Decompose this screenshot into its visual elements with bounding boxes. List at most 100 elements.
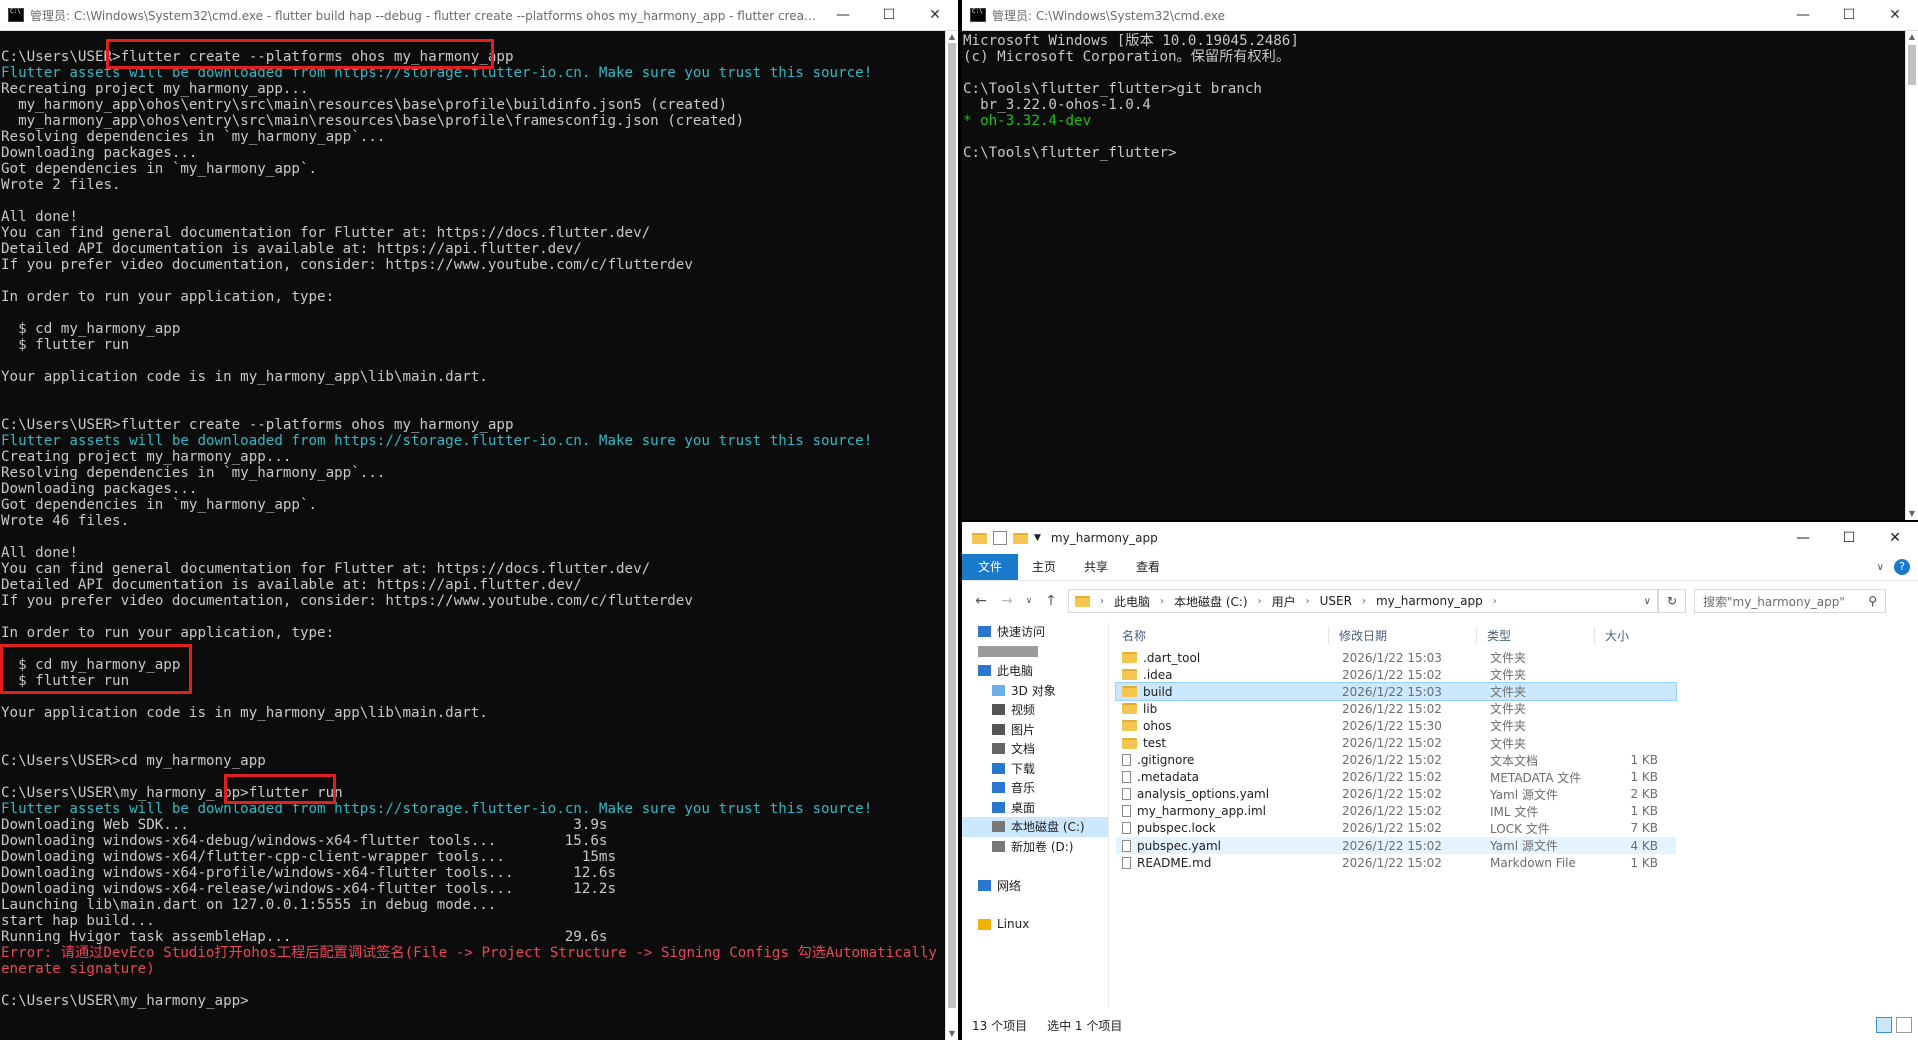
right-console-title: 管理员: C:\Windows\System32\cmd.exe [992,8,1225,23]
left_console-line: C:\Users\USER\my_harmony_app>flutter run [1,785,343,801]
left_console-line [1,401,946,417]
file-row[interactable]: .idea 2026/1/22 15:02 文件夹 [1116,666,1676,683]
close-button[interactable]: ✕ [1872,0,1918,30]
file-row[interactable]: .dart_tool 2026/1/22 15:03 文件夹 [1116,649,1676,666]
breadcrumb-user[interactable]: USER [1320,594,1352,608]
tab-share[interactable]: 共享 [1070,554,1122,580]
breadcrumb-separator-icon[interactable]: › [1160,596,1164,607]
file-row[interactable]: analysis_options.yaml 2026/1/22 15:02 Yaml… [1116,786,1676,803]
new-folder-icon[interactable] [1013,532,1028,544]
file-row[interactable]: pubspec.lock 2026/1/22 15:02 LOCK 文件 7 KB [1116,820,1676,837]
tab-file[interactable]: 文件 [962,554,1019,580]
sidebar-item-label: 网络 [997,878,1022,893]
sidebar-item [962,642,1108,662]
chevron-down-icon[interactable]: ∨ [1644,596,1651,607]
expand-ribbon-icon[interactable]: ∨ [1877,562,1884,573]
breadcrumb-drive-c[interactable]: 本地磁盘 (C:) [1174,593,1248,610]
file-row[interactable]: ohos 2026/1/22 15:30 文件夹 [1116,717,1676,734]
sidebar-item[interactable]: 视频 [962,700,1108,720]
file-name: ohos [1143,718,1172,733]
maximize-button[interactable]: ☐ [1826,0,1872,30]
close-button[interactable]: ✕ [912,0,958,30]
file-row[interactable]: lib 2026/1/22 15:02 文件夹 [1116,700,1676,717]
file-date: 2026/1/22 15:02 [1342,667,1442,682]
left-console-scrollbar[interactable]: ▲ ▼ [945,31,958,1040]
refresh-icon[interactable]: ↻ [1658,589,1686,613]
breadcrumb-users[interactable]: 用户 [1272,593,1296,610]
sidebar-item-label: 音乐 [1011,781,1036,796]
up-arrow-icon[interactable]: ↑ [1042,593,1060,609]
address-bar[interactable]: › 此电脑 › 本地磁盘 (C:) › 用户 › USER › my_harmo… [1068,589,1658,613]
sidebar-item[interactable]: 3D 对象 [962,681,1108,701]
minimize-button[interactable]: — [1780,530,1826,546]
chevron-down-icon[interactable]: ▼ [1034,533,1041,543]
folder-icon [1122,703,1137,715]
file-row[interactable]: .metadata 2026/1/22 15:02 METADATA 文件 1 KB [1116,769,1676,786]
help-icon[interactable]: ? [1894,559,1910,575]
maximize-button[interactable]: ☐ [1826,530,1872,546]
breadcrumb-my-harmony-app[interactable]: my_harmony_app [1376,594,1483,608]
forward-arrow-icon[interactable]: → [998,593,1016,609]
scroll-up-arrow-icon[interactable]: ▲ [1906,31,1918,43]
tab-home[interactable]: 主页 [1018,554,1070,580]
file-row[interactable]: test 2026/1/22 15:02 文件夹 [1116,734,1676,751]
left_console-line: Downloading windows-x64-debug/windows-x6… [1,833,608,849]
sidebar-item[interactable]: 网络 [962,876,1108,896]
sidebar-item[interactable]: 图片 [962,720,1108,740]
search-input[interactable]: 搜索"my_harmony_app" ⚲ [1694,589,1886,613]
folder-icon [1075,595,1090,607]
back-arrow-icon[interactable]: ← [972,593,990,609]
breadcrumb-separator-icon[interactable]: › [1258,596,1262,607]
left_console-line: $ cd my_harmony_app [1,657,181,673]
column-name[interactable]: 名称 [1112,627,1328,644]
column-size[interactable]: 大小 [1594,626,1672,644]
scroll-thumb[interactable] [1908,45,1916,85]
file-row[interactable]: build 2026/1/22 15:03 文件夹 [1115,682,1677,702]
large-icons-view-icon[interactable] [1896,1017,1912,1033]
left-console-output[interactable]: C:\Users\USER>flutter create --platforms… [0,31,946,1040]
minimize-button[interactable]: — [1780,0,1826,30]
file-row[interactable]: README.md 2026/1/22 15:02 Markdown File 1 K… [1116,854,1676,871]
breadcrumb-separator-icon[interactable]: › [1362,596,1366,607]
left_console-line: Detailed API documentation is available … [1,241,582,257]
file-row[interactable]: pubspec.yaml 2026/1/22 15:02 Yaml 源文件 4 KB [1116,837,1676,855]
scroll-down-arrow-icon[interactable]: ▼ [1906,508,1918,520]
close-button[interactable]: ✕ [1872,530,1918,546]
folder-icon [972,532,987,544]
properties-icon[interactable] [993,531,1007,545]
sidebar-item[interactable]: 本地磁盘 (C:) [962,817,1108,837]
sidebar-item[interactable]: Linux [962,915,1108,935]
scroll-down-arrow-icon[interactable]: ▼ [946,1028,958,1040]
tab-view[interactable]: 查看 [1122,554,1174,580]
details-view-icon[interactable] [1876,1017,1892,1033]
right-console-titlebar[interactable]: 管理员: C:\Windows\System32\cmd.exe — ☐ ✕ [962,0,1918,31]
file-row[interactable]: my_harmony_app.iml 2026/1/22 15:02 IML 文件 1… [1116,803,1676,820]
recent-locations-icon[interactable]: ∨ [1024,596,1034,606]
right-console-output[interactable]: Microsoft Windows [版本 10.0.19045.2486] (c… [962,31,1906,520]
scroll-up-arrow-icon[interactable]: ▲ [946,31,958,43]
column-type[interactable]: 类型 [1476,626,1594,644]
file-explorer-window: ▼ my_harmony_app — ☐ ✕ 文件 主页 共享 查看 ∨ ? ←… [962,522,1918,1040]
sidebar-item[interactable]: 文档 [962,739,1108,759]
minimize-button[interactable]: — [820,0,866,30]
sidebar-item[interactable]: 此电脑 [962,661,1108,681]
left_console-line: Detailed API documentation is available … [1,577,582,593]
maximize-button[interactable]: ☐ [866,0,912,30]
column-date[interactable]: 修改日期 [1328,626,1476,644]
breadcrumb-separator-icon[interactable]: › [1306,596,1310,607]
left-console-titlebar[interactable]: 管理员: C:\Windows\System32\cmd.exe - flutt… [0,0,958,31]
file-row[interactable]: .gitignore 2026/1/22 15:02 文本文档 1 KB [1116,752,1676,769]
sidebar-item[interactable]: 新加卷 (D:) [962,837,1108,857]
right-console-scrollbar[interactable]: ▲ ▼ [1905,31,1918,520]
breadcrumb-separator-icon[interactable]: › [1100,596,1104,607]
sidebar-item[interactable]: 桌面 [962,798,1108,818]
sidebar-item[interactable]: 音乐 [962,778,1108,798]
breadcrumb-this-pc[interactable]: 此电脑 [1114,593,1150,610]
scroll-thumb[interactable] [948,43,956,1008]
breadcrumb-separator-icon[interactable]: › [1493,596,1497,607]
sidebar-item[interactable]: 下载 [962,759,1108,779]
sidebar-item[interactable]: 快速访问 [962,622,1108,642]
search-icon[interactable]: ⚲ [1868,594,1877,608]
left_console-line: enerate signature) [1,961,155,977]
explorer-titlebar[interactable]: ▼ my_harmony_app — ☐ ✕ [962,522,1918,554]
